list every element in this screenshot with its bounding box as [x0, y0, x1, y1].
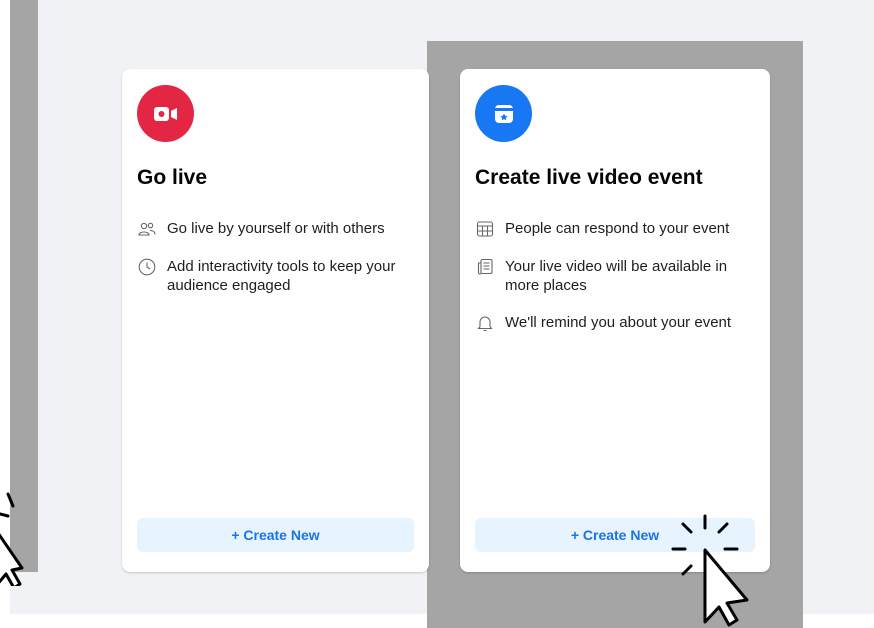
feature-text: Your live video will be available in mor…	[505, 258, 728, 294]
feature-list: Go live by yourself or with others Add i…	[137, 219, 417, 313]
click-cursor-icon	[671, 514, 749, 627]
newsfeed-icon	[475, 257, 495, 277]
go-live-card[interactable]: Go live Go live by yourself or with othe…	[122, 69, 429, 572]
highlight-frame-left	[10, 0, 38, 572]
feature-item: People can respond to your event	[475, 219, 758, 239]
calendar-star-icon	[475, 85, 532, 142]
bell-icon	[475, 313, 495, 333]
card-title: Go live	[137, 166, 208, 189]
feature-item: Your live video will be available in mor…	[475, 257, 758, 295]
feature-list: People can respond to your event Your li…	[475, 219, 758, 351]
card-title: Create live video event	[475, 166, 703, 189]
feature-text: Add interactivity tools to keep your aud…	[167, 258, 396, 294]
partial-cursor-icon	[0, 492, 24, 586]
calendar-grid-icon	[475, 219, 495, 239]
people-icon	[137, 219, 157, 239]
feature-text: Go live by yourself or with others	[167, 220, 385, 237]
live-video-event-card[interactable]: Create live video event People can respo…	[460, 69, 770, 572]
clock-icon	[137, 257, 157, 277]
feature-text: People can respond to your event	[505, 220, 730, 237]
create-new-button[interactable]: + Create New	[137, 518, 414, 552]
feature-item: We'll remind you about your event	[475, 313, 758, 333]
video-camera-icon	[137, 85, 194, 142]
feature-text: We'll remind you about your event	[505, 314, 732, 331]
feature-item: Add interactivity tools to keep your aud…	[137, 257, 417, 295]
feature-item: Go live by yourself or with others	[137, 219, 417, 239]
